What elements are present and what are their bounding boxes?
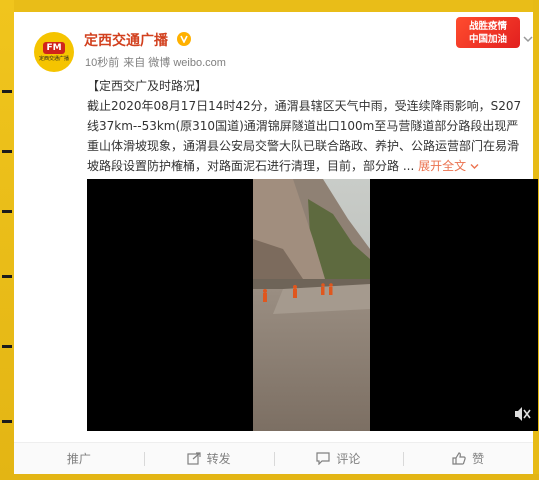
landslide-road-scene [253, 179, 370, 431]
promote-label: 推广 [66, 452, 91, 466]
expand-label: 展开全文 [418, 159, 467, 173]
chevron-down-icon[interactable] [523, 34, 533, 44]
post-source[interactable]: 来自 微博 weibo.com [123, 57, 226, 69]
repost-button[interactable]: 转发 [143, 443, 274, 474]
post-time[interactable]: 10秒前 [85, 57, 119, 69]
poster-dash [2, 420, 12, 423]
post-meta: 10秒前 来自 微博 weibo.com [85, 54, 226, 69]
poster-dash [2, 90, 12, 93]
avatar[interactable]: FM 定西交通广播 [34, 32, 74, 72]
avatar-station-text: 定西交通广播 [38, 56, 69, 62]
badge-line-1: 战胜疫情 [468, 20, 507, 32]
poster-background-left [0, 0, 14, 480]
username-link[interactable]: 定西交通广播 [84, 30, 168, 48]
post-text: 【定西交广及时路况】 截止2020年08月17日14时42分，通渭县辖区天气中雨… [87, 76, 527, 176]
post-action-bar: 推广 转发 评论 赞 [14, 442, 533, 474]
poster-dash [2, 345, 12, 348]
verified-icon [177, 32, 191, 46]
repost-label: 转发 [206, 452, 231, 466]
weibo-post-card: FM 定西交通广播 定西交通广播 10秒前 来自 微博 weibo.com 战胜疫… [14, 12, 538, 474]
expand-full-text-link[interactable]: 展开全文 [418, 159, 479, 173]
post-header: FM 定西交通广播 定西交通广播 10秒前 来自 微博 weibo.com 战胜疫… [14, 12, 533, 74]
poster-dash [2, 275, 12, 278]
post-text-title: 【定西交广及时路况】 [87, 79, 208, 93]
poster-dash [2, 210, 12, 213]
video-player[interactable] [87, 179, 538, 431]
comment-label: 评论 [336, 452, 361, 466]
poster-background-bottom [0, 474, 539, 480]
campaign-badge[interactable]: 战胜疫情 中国加油 [456, 17, 520, 48]
promote-button[interactable]: 推广 [14, 443, 144, 474]
comment-button[interactable]: 评论 [273, 443, 404, 474]
like-button[interactable]: 赞 [403, 443, 533, 474]
chevron-down-icon [470, 164, 479, 169]
thumbs-up-icon [452, 452, 466, 465]
post-text-body-wrap: 截止2020年08月17日14时42分，通渭县辖区天气中雨，受连续降雨影响，S2… [87, 96, 527, 176]
poster-dash [2, 150, 12, 153]
share-icon [187, 452, 201, 465]
badge-line-2: 中国加油 [468, 33, 507, 45]
comment-icon [316, 452, 330, 465]
video-frame [253, 179, 370, 431]
like-label: 赞 [472, 452, 485, 466]
avatar-fm-logo: FM [43, 42, 65, 54]
mute-icon[interactable] [513, 406, 531, 422]
